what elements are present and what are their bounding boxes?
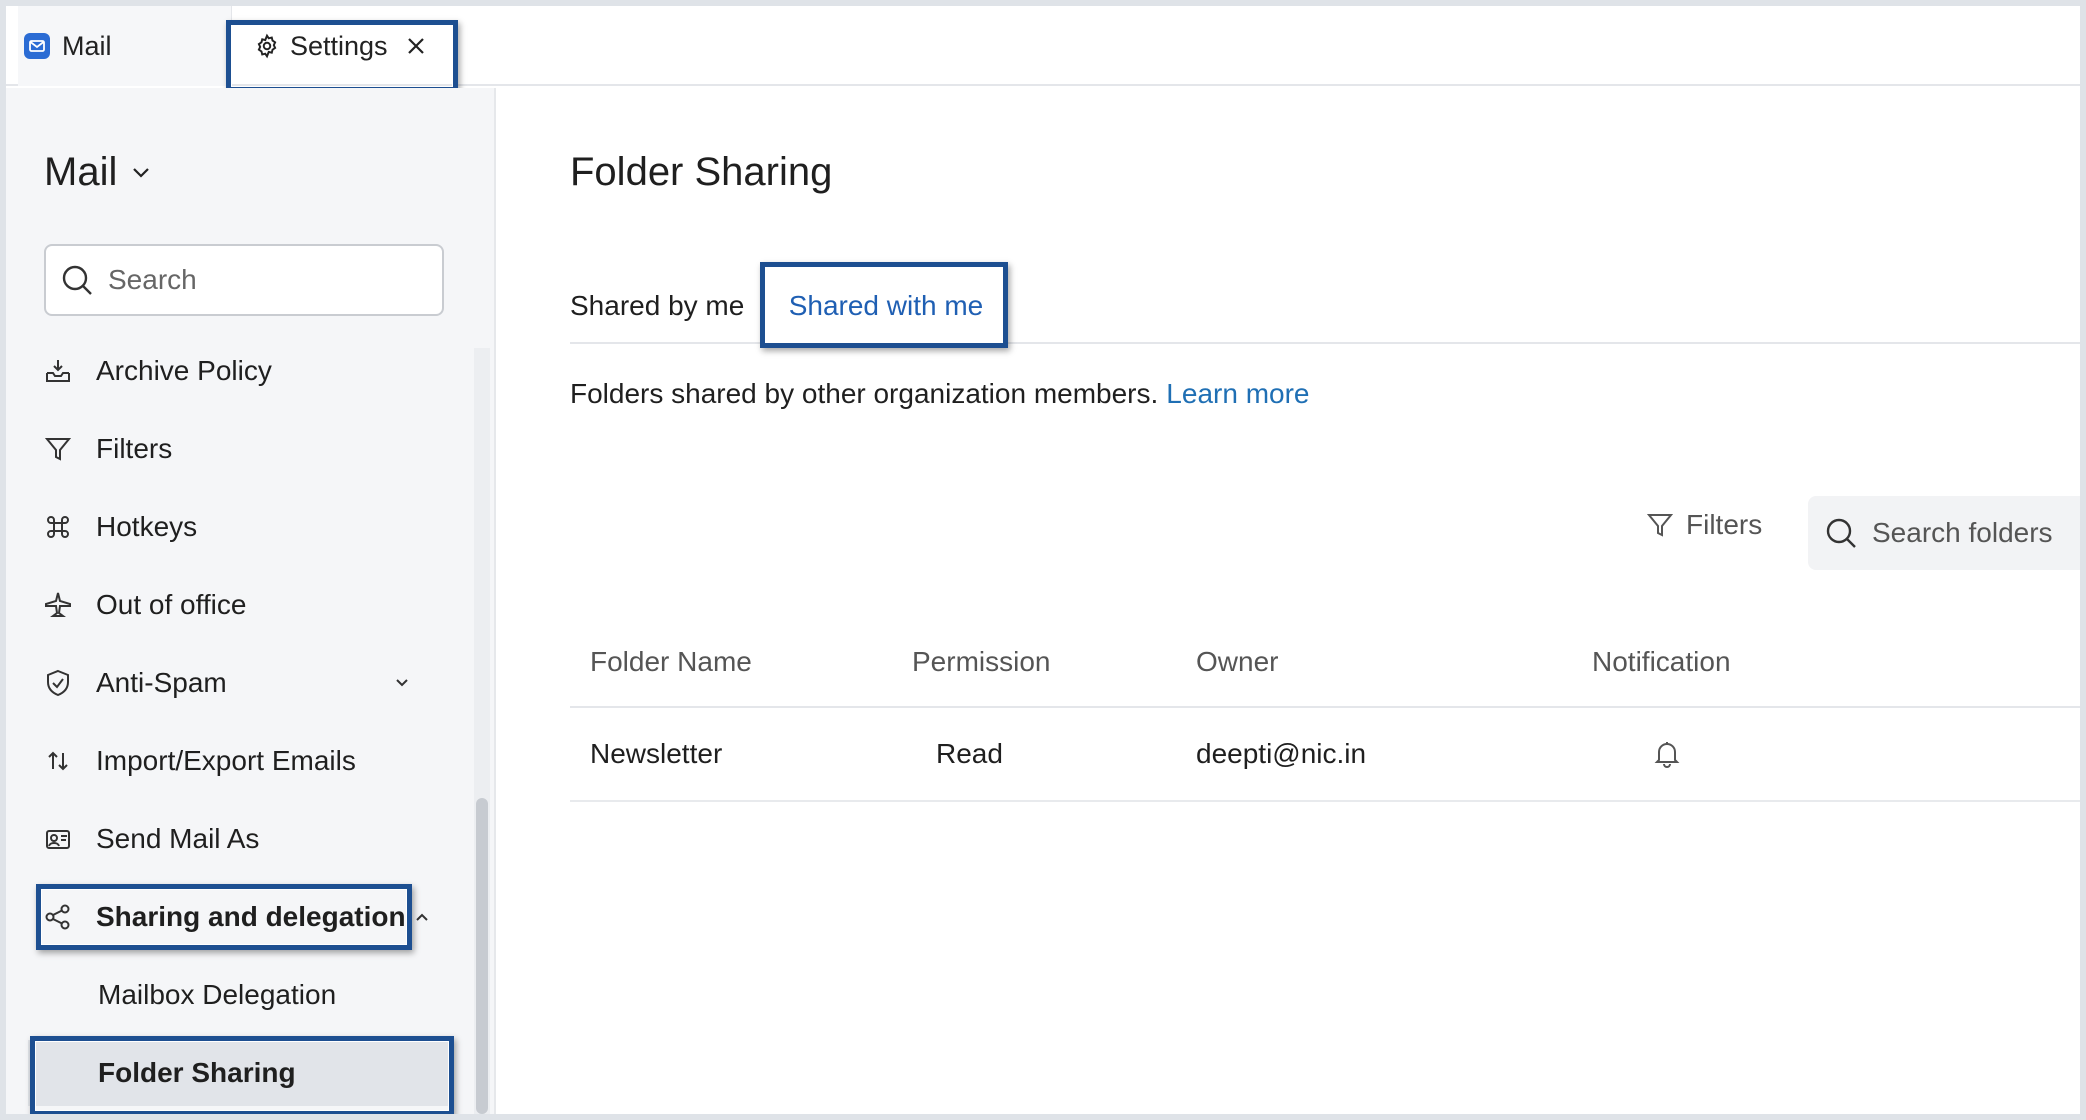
- tab-shared-with-me[interactable]: Shared with me: [768, 268, 1004, 344]
- filters-button-label: Filters: [1686, 509, 1763, 540]
- shared-folders-table: Folder Name Permission Owner Notificatio…: [570, 616, 2080, 802]
- sidebar-item-label: Hotkeys: [96, 511, 198, 542]
- sidebar-scrollbar[interactable]: [474, 348, 490, 1114]
- tab-mail-label: Mail: [62, 30, 112, 61]
- gear-icon: [254, 33, 280, 59]
- sidebar-item-label: Import/Export Emails: [96, 745, 356, 776]
- column-header-permission[interactable]: Permission: [912, 616, 1050, 708]
- funnel-icon: [1646, 511, 1674, 539]
- cell-owner: deepti@nic.in: [1196, 738, 1367, 769]
- airplane-icon: [44, 591, 84, 619]
- subtab-bar: Shared by me Shared with me: [570, 262, 2080, 348]
- learn-more-link[interactable]: Learn more: [1166, 378, 1309, 409]
- funnel-icon: [44, 435, 84, 463]
- settings-sidebar: Mail Archive Policy Filters: [6, 88, 496, 1114]
- mail-app-icon: [24, 33, 50, 59]
- table-row[interactable]: Newsletter Read deepti@nic.in: [570, 708, 2080, 802]
- share-icon: [44, 903, 84, 931]
- search-folders-input[interactable]: [1872, 517, 2080, 549]
- sidebar-item-archive-policy[interactable]: Archive Policy: [6, 338, 466, 404]
- archive-tray-icon: [44, 357, 84, 385]
- cell-permission: Read: [936, 738, 1003, 769]
- sidebar-search: [44, 244, 444, 316]
- search-icon: [1824, 516, 1858, 550]
- sidebar-item-label: Anti-Spam: [96, 667, 227, 698]
- sidebar-search-input[interactable]: [108, 264, 428, 296]
- sidebar-item-sharing-and-delegation[interactable]: Sharing and delegation: [6, 884, 466, 950]
- sidebar-item-send-mail-as[interactable]: Send Mail As: [6, 806, 466, 872]
- sidebar-item-label: Sharing and delegation: [96, 901, 406, 932]
- app-window: Mail Settings Mail Search Archive Policy…: [6, 6, 2080, 1114]
- chevron-down-icon: [131, 166, 151, 180]
- sidebar-item-hotkeys[interactable]: Hotkeys: [6, 494, 466, 560]
- id-card-icon: [44, 825, 84, 853]
- chevron-up-icon[interactable]: [414, 911, 430, 923]
- column-header-notification[interactable]: Notification: [1592, 616, 1731, 708]
- main-content: Folder Sharing Shared by me Shared with …: [498, 88, 2080, 1114]
- sidebar-item-label: Send Mail As: [96, 823, 260, 854]
- sidebar-item-filters[interactable]: Filters: [6, 416, 466, 482]
- sidebar-subitem-mailbox-delegation[interactable]: Mailbox Delegation: [6, 962, 426, 1028]
- table-header: Folder Name Permission Owner Notificatio…: [570, 616, 2080, 708]
- tab-shared-by-me[interactable]: Shared by me: [570, 268, 744, 344]
- tab-settings-label: Settings: [290, 30, 388, 61]
- sidebar-subitem-label: Mailbox Delegation: [98, 979, 337, 1010]
- sidebar-title: Mail: [44, 150, 118, 194]
- description-text: Folders shared by other organization mem…: [570, 378, 1309, 410]
- chevron-down-icon[interactable]: [394, 677, 410, 689]
- import-export-arrows-icon: [44, 747, 84, 775]
- column-header-owner[interactable]: Owner: [1196, 616, 1278, 708]
- description-label: Folders shared by other organization mem…: [570, 378, 1159, 409]
- close-icon[interactable]: [406, 36, 426, 56]
- tab-mail[interactable]: Mail: [18, 6, 232, 86]
- sidebar-item-label: Filters: [96, 433, 173, 464]
- cell-folder-name: Newsletter: [590, 738, 723, 769]
- tab-bar: Mail Settings: [6, 6, 2080, 92]
- sidebar-scrollbar-thumb[interactable]: [476, 798, 488, 1114]
- bell-icon[interactable]: [1654, 708, 1680, 800]
- column-header-folder-name[interactable]: Folder Name: [590, 616, 752, 708]
- sidebar-app-switcher[interactable]: Mail: [44, 150, 151, 195]
- shield-check-icon: [44, 669, 84, 697]
- sidebar-subitem-folder-sharing[interactable]: Folder Sharing: [28, 1040, 448, 1106]
- page-title: Folder Sharing: [570, 150, 833, 194]
- sidebar-item-import-export-emails[interactable]: Import/Export Emails: [6, 728, 466, 794]
- sidebar-item-out-of-office[interactable]: Out of office: [6, 572, 466, 638]
- sidebar-subitem-label: Folder Sharing: [98, 1057, 296, 1088]
- search-icon: [60, 263, 94, 297]
- command-key-icon: [44, 513, 84, 541]
- filters-button[interactable]: Filters: [1646, 500, 1762, 550]
- sidebar-item-label: Out of office: [96, 589, 247, 620]
- search-folders: [1808, 496, 2080, 570]
- sidebar-item-anti-spam[interactable]: Anti-Spam: [6, 650, 466, 716]
- sidebar-item-label: Archive Policy: [96, 355, 272, 386]
- tab-settings[interactable]: Settings: [232, 6, 442, 86]
